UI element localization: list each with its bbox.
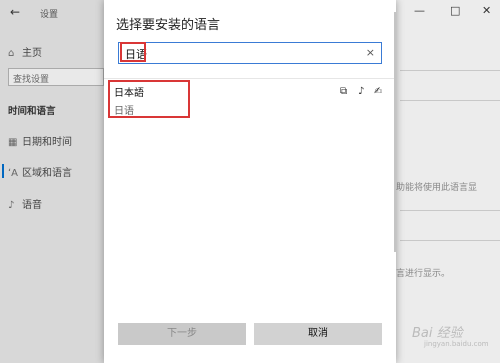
language-search-input[interactable]: 日语 × [118,42,382,64]
sidebar-item-label: 日期和时间 [22,137,72,148]
microphone-icon: ♪ [8,200,15,211]
divider [104,78,396,79]
settings-search-input[interactable]: 查找设置 [8,68,104,86]
sidebar-item-home[interactable]: ⌂ 主页 [8,44,42,59]
sidebar-item-label: 语音 [22,200,42,211]
settings-title: 设置 [40,10,59,20]
watermark-logo: Bai 经验 [412,326,463,341]
divider [400,100,500,101]
sidebar-item-label: 主页 [22,48,42,59]
highlight-box [108,80,190,118]
maximize-icon[interactable]: □ [450,4,460,17]
minimize-icon[interactable]: — [414,4,425,17]
calendar-icon: ▦ [8,137,18,148]
divider [400,70,500,71]
back-arrow-icon[interactable]: ← [10,5,20,19]
clear-icon[interactable]: × [366,46,375,59]
sidebar-item-date-time[interactable]: ▦ 日期和时间 [8,133,72,148]
next-button[interactable]: 下一步 [118,323,246,345]
close-icon[interactable]: ✕ [482,4,491,17]
speech-icon: ♪ [358,86,365,97]
language-picker-dialog: 选择要安装的语言 日语 × 日本語 日语 ⧉ ♪ ✍ 下一步 取消 [104,0,396,363]
language-icon: ʻA [8,168,19,179]
handwriting-icon: ✍ [374,86,383,97]
watermark-url: jingyan.baidu.com [424,340,489,348]
cancel-button[interactable]: 取消 [254,323,382,345]
section-heading: 时间和语言 [8,106,56,117]
divider [400,240,500,241]
main-text: 言进行显示。 [396,269,451,279]
sidebar-item-speech[interactable]: ♪ 语音 [8,196,42,211]
highlight-box [120,42,146,62]
settings-sidebar: ← 设置 ⌂ 主页 查找设置 时间和语言 ▦ 日期和时间 ʻA 区域和语言 ♪ 语音 [0,0,104,363]
selected-indicator [2,164,4,178]
scrollbar[interactable] [394,12,396,252]
sidebar-item-label: 区域和语言 [22,168,72,179]
divider [400,210,500,211]
home-icon: ⌂ [8,48,15,59]
display-language-icon: ⧉ [340,86,348,97]
main-text: 助能将使用此语言显 [396,183,478,193]
sidebar-item-region-language[interactable]: ʻA 区域和语言 [8,164,72,179]
dialog-title: 选择要安装的语言 [116,18,221,33]
